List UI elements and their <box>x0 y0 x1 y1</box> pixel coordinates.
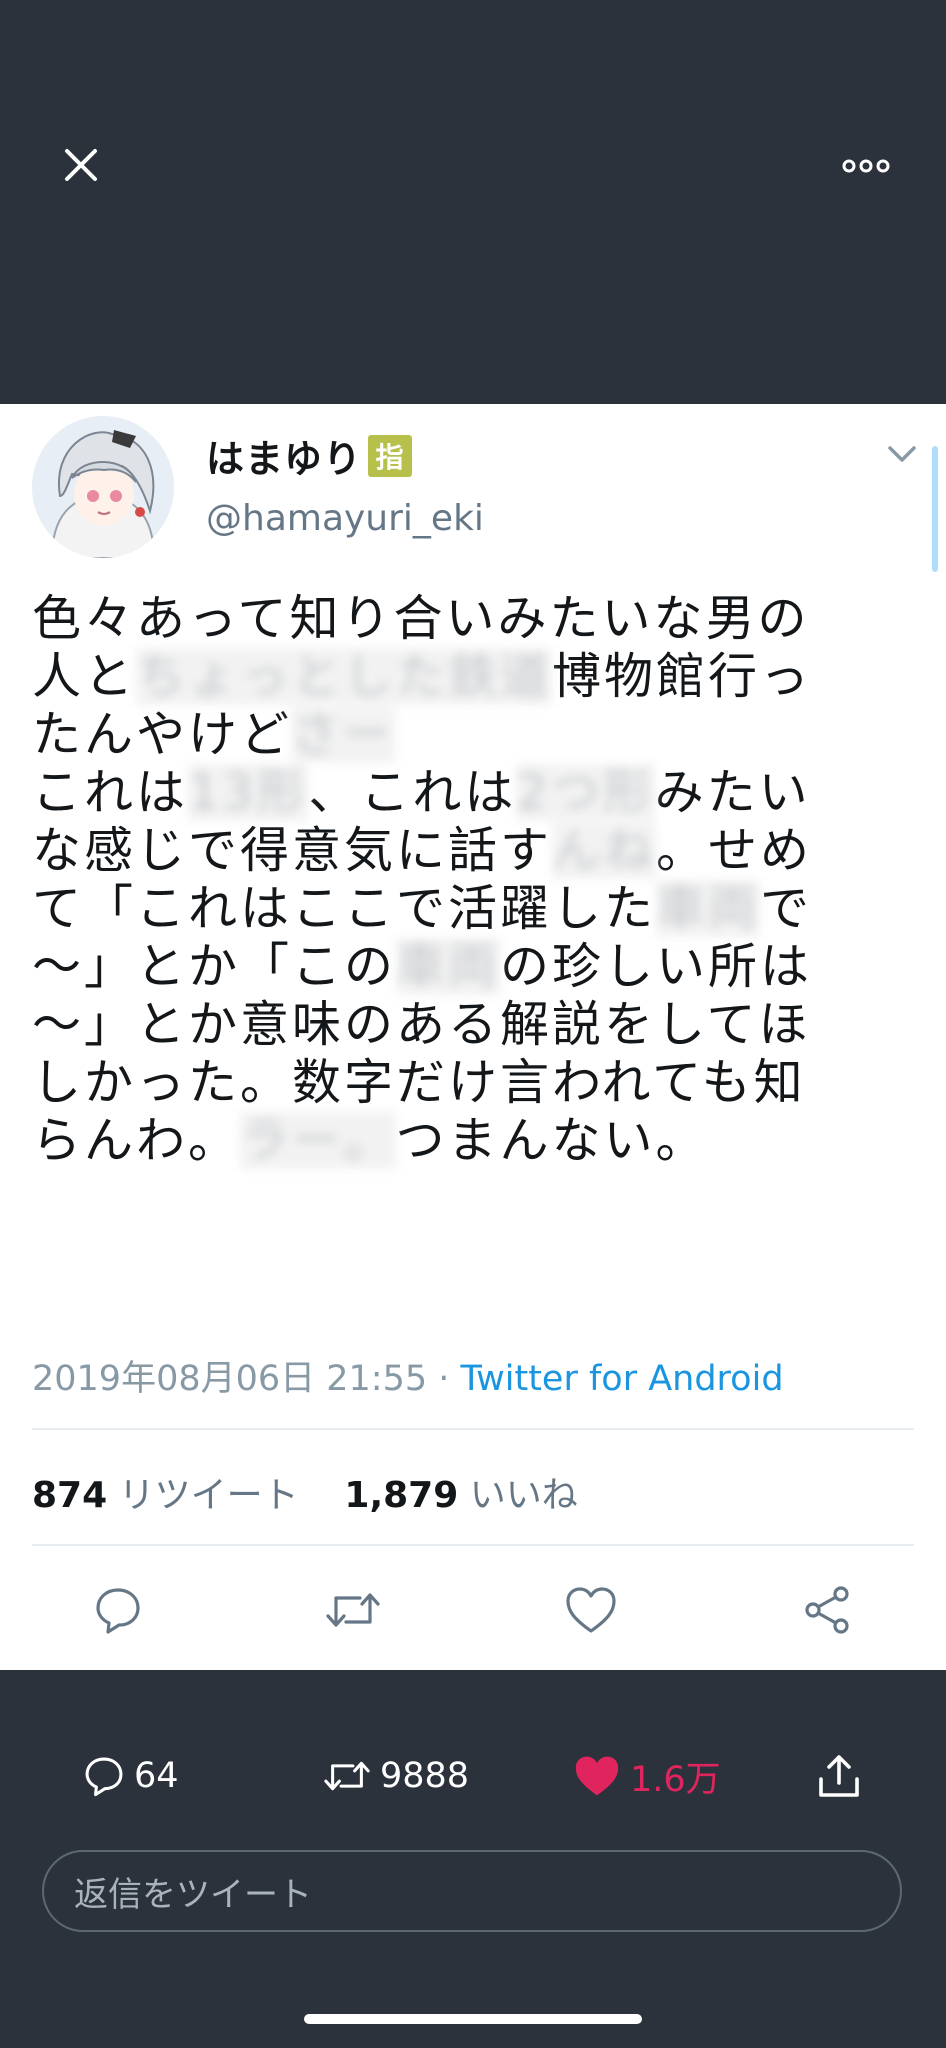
redacted-text: ちょっとした鉄道 <box>136 648 553 705</box>
tweet-text-segment: で <box>760 880 813 937</box>
tweet-text-segment: の珍しい所は <box>500 938 813 995</box>
timestamp: 2019年08月06日 21:55 <box>32 1359 428 1399</box>
tweet-text-line: これは13形、これは2つ形みたい <box>32 764 912 822</box>
tweet-text-segment: 人と <box>32 648 137 705</box>
retweet-icon <box>324 1761 370 1791</box>
redacted-text: さー <box>290 706 395 763</box>
tweet-text-segment: 、これは <box>308 764 517 821</box>
tweet-text-segment: 博物館行っ <box>552 648 813 705</box>
reply-count: 64 <box>134 1756 179 1796</box>
reply-stat[interactable]: 64 <box>82 1746 179 1806</box>
retweet-stat[interactable]: 9888 <box>322 1746 469 1806</box>
tweet-text-segment: 〜」とか「この <box>32 938 397 995</box>
tweet-meta: 2019年08月06日 21:55 · Twitter for Android <box>32 1350 784 1401</box>
like-stat[interactable]: 1.6万 <box>572 1746 721 1806</box>
like-stat-count: 1.6万 <box>630 1759 721 1800</box>
like-label: いいね <box>469 1475 578 1516</box>
tweet-text-line: 人とちょっとした鉄道博物館行っ <box>32 648 912 706</box>
avatar[interactable] <box>32 416 174 558</box>
display-name-text: はまゆり <box>206 437 363 481</box>
tweet-text-line: しかった。数字だけ言われても知 <box>32 1054 912 1112</box>
reply-icon <box>85 1757 123 1797</box>
tweet-text-segment: つまんない。 <box>395 1112 708 1169</box>
retweet-label: リツイート <box>118 1475 299 1516</box>
redacted-text: 車両 <box>396 938 501 995</box>
reply-button[interactable] <box>88 1580 148 1640</box>
display-name[interactable]: はまゆり 指 <box>206 428 413 483</box>
like-button[interactable] <box>561 1580 621 1640</box>
tweet-text-line: な感じで得意気に話すんね。せめ <box>32 822 912 880</box>
redacted-text: 車両 <box>656 880 761 937</box>
avatar-image-icon <box>32 416 174 558</box>
share-icon <box>805 1586 849 1634</box>
share-stat-button[interactable] <box>816 1746 862 1806</box>
reply-icon <box>96 1588 140 1634</box>
reply-input[interactable]: 返信をツイート <box>42 1850 902 1932</box>
tweet-text-line: たんやけどさー <box>32 706 912 764</box>
tweet-text: 色々あって知り合いみたいな男の 人とちょっとした鉄道博物館行っ たんやけどさー これは… <box>32 590 912 1170</box>
tweet-text-line: て「これはここで活躍した車両で <box>32 880 912 938</box>
tweet-text-segment: 。せめ <box>656 822 813 879</box>
redacted-text: 2つ形 <box>516 764 655 821</box>
engagement-counts: 874 リツイート 1,879 いいね <box>32 1466 578 1518</box>
tweet-menu-button[interactable] <box>884 440 920 468</box>
top-bar <box>0 0 946 404</box>
tweet-text-segment: な感じで得意気に話す <box>32 822 553 879</box>
reply-placeholder: 返信をツイート <box>74 1874 312 1915</box>
redacted-text: んね <box>552 822 657 879</box>
user-handle[interactable]: @hamayuri_eki <box>206 498 484 539</box>
home-indicator[interactable] <box>304 2014 642 2024</box>
share-button[interactable] <box>797 1580 857 1640</box>
tweet-text-segment: これは <box>32 764 189 821</box>
likes-count-link[interactable]: 1,879 いいね <box>344 1475 577 1516</box>
tweet-text-segment: 色々あって知り合いみたいな男の <box>32 590 810 647</box>
tweet-text-line: 〜」とか「この車両の珍しい所は <box>32 938 912 996</box>
heart-filled-icon <box>575 1756 619 1796</box>
source-link[interactable]: Twitter for Android <box>461 1359 784 1399</box>
tweet-text-segment: らんわ。 <box>32 1112 241 1169</box>
retweet-button[interactable] <box>323 1580 383 1640</box>
meta-separator: · <box>427 1359 461 1399</box>
finger-badge-icon: 指 <box>368 434 413 477</box>
divider <box>32 1428 914 1430</box>
retweet-count: 874 <box>32 1475 108 1516</box>
like-count: 1,879 <box>344 1475 459 1516</box>
divider <box>32 1544 914 1546</box>
tweet-text-line: 色々あって知り合いみたいな男の <box>32 590 912 648</box>
tweet-text-line: らんわ。ラー。つまんない。 <box>32 1112 912 1170</box>
retweet-icon <box>326 1593 380 1627</box>
tweet-text-segment: しかった。数字だけ言われても知 <box>32 1054 806 1111</box>
more-options-button[interactable] <box>836 146 896 186</box>
close-button[interactable] <box>56 140 106 190</box>
scroll-indicator <box>932 446 938 572</box>
redacted-text: 13形 <box>188 764 309 821</box>
tweet-text-segment: て「これはここで活躍した <box>32 880 657 937</box>
upload-share-icon <box>819 1755 859 1797</box>
tweet-text-segment: たんやけど <box>32 706 291 763</box>
redacted-text: ラー。 <box>240 1112 396 1169</box>
tweet-text-segment: みたい <box>654 764 811 821</box>
heart-icon <box>566 1587 616 1633</box>
more-dots-icon <box>842 159 890 173</box>
close-icon <box>65 149 97 181</box>
tweet-text-line: 〜」とか意味のある解説をしてほ <box>32 996 912 1054</box>
tweet-text-segment: 〜」とか意味のある解説をしてほ <box>32 996 811 1053</box>
retweets-count-link[interactable]: 874 リツイート <box>32 1475 299 1516</box>
chevron-down-icon <box>888 446 916 462</box>
retweet-stat-count: 9888 <box>380 1756 470 1796</box>
